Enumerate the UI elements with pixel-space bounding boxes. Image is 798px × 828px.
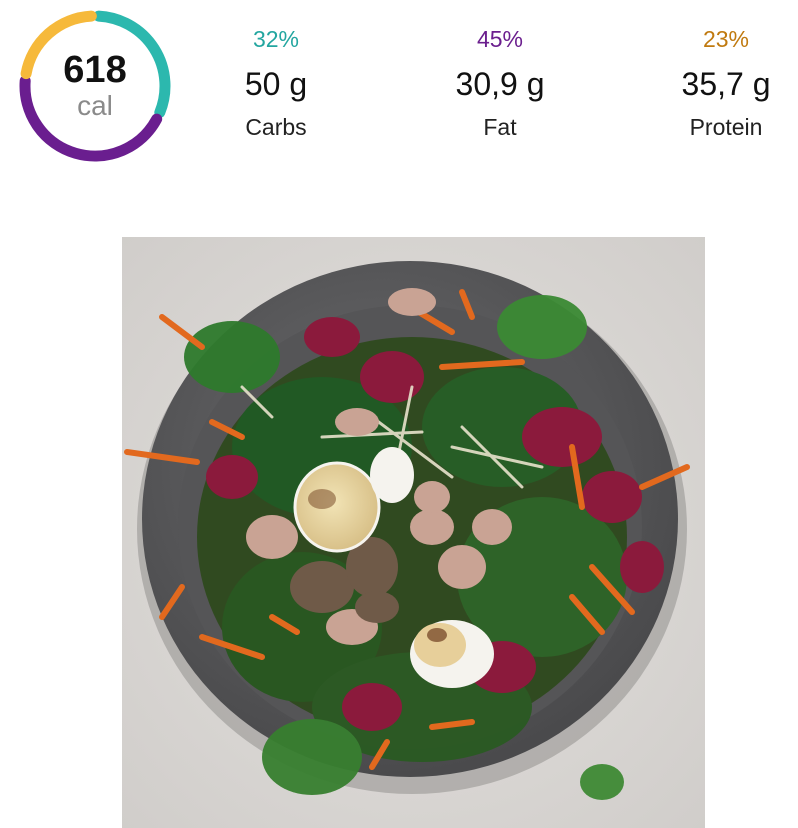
salad-bowl-image [122, 237, 705, 828]
meal-photo [122, 237, 705, 828]
calorie-value: 618 [63, 49, 127, 91]
macro-carbs-label: Carbs [245, 114, 307, 140]
macro-protein-label: Protein [689, 114, 763, 140]
macro-fat-amount: 30,9 g [455, 66, 545, 102]
calorie-ring: 618 cal [15, 6, 175, 166]
nutrition-summary: 618 cal 32% 50 g Carbs 45% 30,9 g Fat 23… [0, 0, 798, 175]
macro-protein-percent: 23% [702, 26, 750, 52]
macro-carbs-percent: 32% [252, 26, 300, 52]
macro-fat-percent: 45% [476, 26, 524, 52]
macro-fat: 45% 30,9 g Fat [415, 22, 585, 142]
macro-carbs-amount: 50 g [244, 66, 308, 102]
macro-protein-amount: 35,7 g [681, 66, 771, 102]
macro-protein: 23% 35,7 g Protein [641, 22, 798, 142]
macro-carbs: 32% 50 g Carbs [191, 22, 361, 142]
macro-fat-label: Fat [483, 114, 517, 140]
calorie-unit: cal [77, 90, 113, 121]
